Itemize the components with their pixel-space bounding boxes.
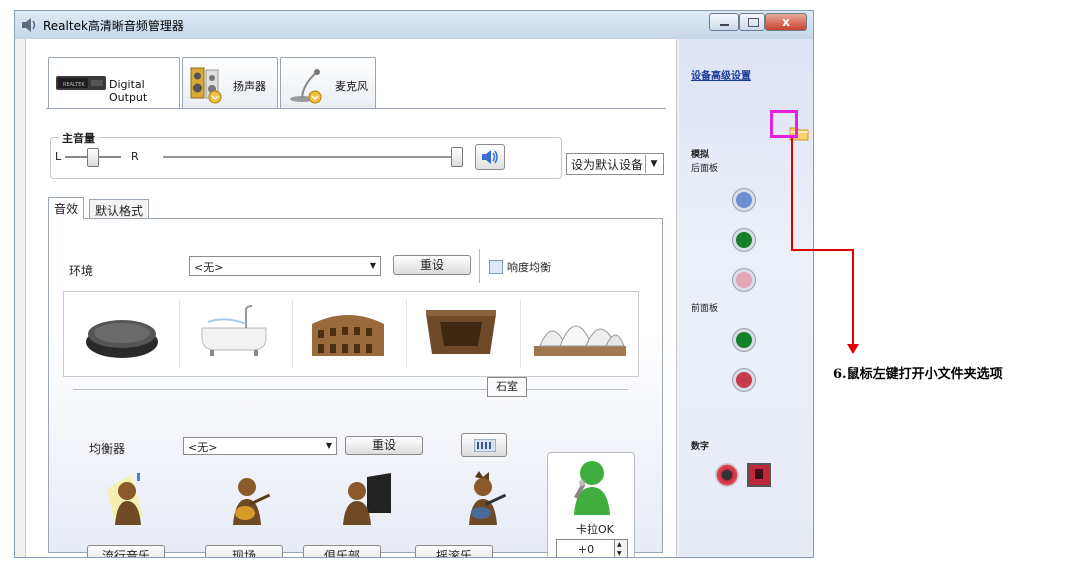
balance-left-label: L: [55, 150, 62, 163]
advanced-device-settings-link[interactable]: 设备高级设置: [691, 67, 751, 82]
karaoke-figure-icon[interactable]: [570, 457, 612, 517]
dropdown-arrow-icon: ▼: [325, 441, 332, 450]
main-panel: REALTEK Digital Output 扬声器 麦克风 主音量 L R 设…: [25, 39, 677, 557]
equalizer-icon: [474, 439, 496, 452]
eq-preset-live-button[interactable]: 现场: [205, 545, 283, 557]
digital-label: 数字: [691, 442, 710, 452]
main-volume-group: 主音量 L R: [50, 130, 562, 179]
volume-icon: [482, 150, 498, 164]
audio-manager-window: Realtek高清晰音频管理器 x REALTEK Digital Output: [14, 10, 814, 558]
minimize-icon: [720, 24, 729, 26]
dropdown-arrow-icon: ▼: [645, 155, 662, 173]
environment-dropdown[interactable]: <无> ▼: [189, 256, 381, 276]
stepper-down-icon[interactable]: ▼: [617, 550, 622, 557]
maximize-icon: [748, 18, 759, 27]
front-mic-jack[interactable]: [733, 369, 755, 391]
set-default-device-label: 设为默认设备: [571, 158, 644, 172]
equalizer-value: <无>: [188, 441, 218, 454]
tooltip: 石室: [487, 377, 527, 397]
disc-environment-icon[interactable]: [84, 306, 160, 362]
colosseum-environment-icon[interactable]: [308, 304, 388, 362]
divider: [292, 300, 293, 368]
bathtub-environment-icon[interactable]: [196, 304, 272, 362]
stepper-up-icon[interactable]: ▲: [617, 541, 622, 548]
rock-figure-icon[interactable]: [455, 469, 515, 529]
optical-port-icon: [755, 469, 763, 479]
front-headphone-jack[interactable]: [733, 329, 755, 351]
divider: [73, 389, 628, 390]
tab-sound-effects[interactable]: 音效: [48, 197, 85, 219]
speaker-icon: [190, 67, 222, 104]
annotation-arrow: [791, 138, 859, 354]
balance-slider-thumb[interactable]: [87, 148, 99, 167]
annotation-text: 6.鼠标左键打开小文件夹选项: [833, 367, 1003, 382]
tab-microphone[interactable]: 麦克风: [280, 57, 376, 109]
back-panel-label: 后面板: [691, 164, 719, 174]
tab-speakers[interactable]: 扬声器: [182, 57, 278, 109]
tab-microphone-label: 麦克风: [335, 80, 368, 93]
opera-house-environment-icon[interactable]: [530, 298, 630, 364]
tab-digital-output[interactable]: REALTEK Digital Output: [48, 57, 180, 109]
back-line-in-jack[interactable]: [733, 189, 755, 211]
environment-value: <无>: [194, 261, 224, 274]
mute-button[interactable]: [475, 144, 505, 170]
svg-text:REALTEK: REALTEK: [63, 82, 85, 88]
equalizer-label: 均衡器: [89, 442, 126, 456]
pop-music-figure-icon[interactable]: [101, 469, 161, 529]
loudness-checkbox[interactable]: [489, 260, 503, 274]
close-icon: x: [782, 15, 790, 29]
volume-track[interactable]: [163, 156, 453, 158]
karaoke-value-field[interactable]: +0: [556, 539, 616, 557]
close-button[interactable]: x: [765, 13, 807, 31]
volume-slider-thumb[interactable]: [451, 147, 463, 167]
karaoke-label: 卡拉OK: [576, 523, 614, 536]
equalizer-dropdown[interactable]: <无> ▼: [183, 437, 337, 455]
microphone-icon: [290, 69, 322, 104]
club-figure-icon[interactable]: [337, 469, 397, 529]
eq-preset-club-button[interactable]: 俱乐部: [303, 545, 381, 557]
karaoke-panel: 卡拉OK +0 ▲ ▼: [547, 452, 635, 557]
environment-presets-strip: [63, 291, 639, 377]
back-mic-in-jack[interactable]: [733, 269, 755, 291]
sound-effects-panel: 环境 <无> ▼ 重设 响度均衡 石室 均衡器 <无> ▼ 重设 流行音乐 现场…: [48, 218, 663, 557]
divider: [479, 249, 480, 283]
divider: [406, 300, 407, 368]
tab-default-format[interactable]: 默认格式: [89, 199, 150, 219]
maximize-button[interactable]: [739, 13, 765, 31]
eq-preset-rock-button[interactable]: 摇滚乐: [415, 545, 493, 557]
optical-spdif-jack[interactable]: [747, 463, 771, 487]
graphic-equalizer-button[interactable]: [461, 433, 507, 457]
window-title: Realtek高清晰音频管理器: [43, 19, 184, 33]
live-figure-icon[interactable]: [219, 469, 279, 529]
karaoke-stepper[interactable]: ▲ ▼: [614, 539, 628, 557]
front-panel-label: 前面板: [691, 304, 719, 314]
environment-label: 环境: [69, 264, 94, 278]
title-bar[interactable]: Realtek高清晰音频管理器 x: [15, 11, 813, 39]
eq-preset-pop-button[interactable]: 流行音乐: [87, 545, 165, 557]
environment-reset-button[interactable]: 重设: [393, 255, 471, 275]
minimize-button[interactable]: [709, 13, 739, 31]
divider: [520, 300, 521, 368]
divider: [179, 300, 180, 368]
loudness-label: 响度均衡: [507, 261, 551, 274]
speaker-app-icon: [22, 18, 36, 32]
back-line-out-jack[interactable]: [733, 229, 755, 251]
analog-label: 模拟: [691, 150, 710, 160]
equalizer-reset-button[interactable]: 重设: [345, 436, 423, 455]
balance-right-label: R: [131, 150, 139, 163]
tab-speakers-label: 扬声器: [233, 80, 266, 93]
digital-output-device-icon: REALTEK: [56, 76, 106, 90]
coaxial-spdif-jack[interactable]: [715, 463, 739, 487]
tab-digital-output-label: Digital Output: [109, 78, 148, 104]
main-volume-label: 主音量: [59, 130, 98, 146]
tab-divider: [46, 108, 666, 109]
stone-room-environment-icon[interactable]: [422, 304, 500, 362]
dropdown-arrow-icon: ▼: [369, 261, 376, 270]
set-default-device-dropdown[interactable]: 设为默认设备 ▼: [566, 153, 664, 175]
